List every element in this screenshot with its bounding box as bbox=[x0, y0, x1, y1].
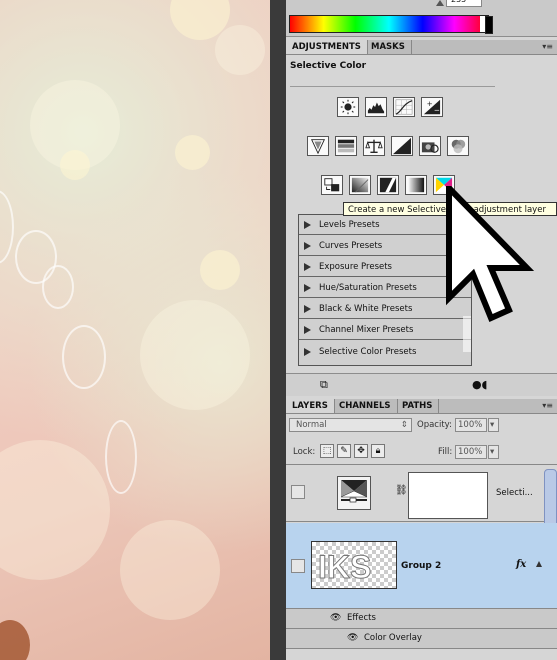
tab-paths[interactable]: PATHS bbox=[396, 399, 440, 413]
curves-icon[interactable] bbox=[393, 97, 415, 117]
bead-ring bbox=[62, 325, 106, 389]
layer-row-selective-color[interactable]: ⛓︎ Selecti... bbox=[286, 464, 557, 522]
expand-view-icon[interactable]: ⧉ bbox=[320, 378, 328, 392]
disclosure-triangle-icon[interactable] bbox=[304, 221, 311, 229]
tab-masks[interactable]: MASKS bbox=[365, 40, 412, 54]
disclosure-triangle-icon[interactable] bbox=[304, 284, 311, 292]
clip-to-layer-icon[interactable]: ●◖ bbox=[472, 378, 487, 391]
tab-layers[interactable]: LAYERS bbox=[286, 399, 335, 413]
fill-dropdown-icon[interactable]: ▾ bbox=[488, 445, 499, 459]
fill-label: Fill: bbox=[438, 447, 453, 457]
disclosure-triangle-icon[interactable] bbox=[304, 326, 311, 334]
posterize-icon[interactable] bbox=[349, 175, 371, 195]
lock-label: Lock: bbox=[293, 447, 316, 457]
black-white-icon[interactable] bbox=[391, 136, 413, 156]
vibrance-icon[interactable] bbox=[307, 136, 329, 156]
right-panel-dock: 255 ADJUSTMENTS MASKS ▾≡ Selective Color… bbox=[286, 0, 557, 660]
eye-icon[interactable]: 👁︎ bbox=[347, 633, 358, 643]
layer-mask-thumbnail[interactable] bbox=[408, 472, 488, 519]
effects-row[interactable]: 👁︎ Effects bbox=[286, 609, 557, 629]
svg-text:IKS: IKS bbox=[318, 549, 371, 585]
fx-icon[interactable]: fx bbox=[516, 559, 526, 570]
layers-tabbar: LAYERS CHANNELS PATHS ▾≡ bbox=[286, 399, 557, 414]
disclosure-triangle-icon[interactable] bbox=[304, 305, 311, 313]
brightness-contrast-icon[interactable] bbox=[337, 97, 359, 117]
disclosure-triangle-icon[interactable] bbox=[304, 263, 311, 271]
exposure-icon[interactable]: + − bbox=[421, 97, 443, 117]
lock-transparent-icon[interactable]: ⬚ bbox=[320, 444, 334, 458]
adjustments-footer: ⧉ ●◖ bbox=[286, 373, 557, 396]
lock-image-icon[interactable]: ✎ bbox=[337, 444, 351, 458]
tab-adjustments[interactable]: ADJUSTMENTS bbox=[286, 40, 368, 54]
lock-all-icon[interactable]: 🔒︎ bbox=[371, 444, 385, 458]
black-swatch[interactable] bbox=[485, 16, 493, 34]
photo-filter-icon[interactable] bbox=[419, 136, 441, 156]
svg-text:+: + bbox=[427, 99, 433, 108]
adjustments-tabbar: ADJUSTMENTS MASKS ▾≡ bbox=[286, 40, 557, 55]
effect-name: Color Overlay bbox=[364, 633, 422, 643]
gradient-map-icon[interactable] bbox=[405, 175, 427, 195]
svg-text:−: − bbox=[434, 105, 440, 114]
collapse-triangle-icon[interactable] bbox=[536, 561, 542, 567]
stepper-arrows-icon: ⇕ bbox=[400, 420, 408, 430]
opacity-field[interactable]: 100% bbox=[455, 418, 487, 432]
bokeh-light bbox=[175, 135, 210, 170]
color-spectrum-bar[interactable] bbox=[289, 15, 489, 33]
link-chain-icon[interactable]: ⛓︎ bbox=[395, 485, 408, 496]
panel-menu-icon[interactable]: ▾≡ bbox=[542, 401, 553, 410]
layer-row-group-2[interactable]: IKS Group 2 fx bbox=[286, 523, 557, 609]
opacity-dropdown-icon[interactable]: ▾ bbox=[488, 418, 499, 432]
threshold-icon[interactable] bbox=[377, 175, 399, 195]
fill-field[interactable]: 100% bbox=[455, 445, 487, 459]
hue-saturation-icon[interactable] bbox=[335, 136, 357, 156]
opacity-label: Opacity: bbox=[417, 420, 452, 430]
bokeh-light bbox=[0, 440, 110, 580]
hand-shape bbox=[0, 620, 30, 660]
eye-icon[interactable]: 👁︎ bbox=[330, 613, 341, 623]
bokeh-light bbox=[215, 25, 265, 75]
bokeh-light bbox=[200, 250, 240, 290]
arrow-cursor-icon bbox=[446, 186, 535, 352]
effect-item-row[interactable]: 👁︎ Color Overlay bbox=[286, 629, 557, 649]
group-thumbnail: IKS bbox=[311, 541, 397, 589]
blend-mode-select[interactable]: Normal ⇕ bbox=[289, 418, 412, 432]
color-panel: 255 bbox=[286, 0, 557, 37]
document-canvas[interactable] bbox=[0, 0, 275, 660]
adjustment-thumbnail-icon bbox=[337, 476, 371, 510]
layer-name: Group 2 bbox=[401, 561, 442, 571]
color-balance-icon[interactable] bbox=[363, 136, 385, 156]
bokeh-light bbox=[140, 300, 250, 410]
disclosure-triangle-icon[interactable] bbox=[304, 242, 311, 250]
bokeh-light bbox=[120, 520, 220, 620]
tab-channels[interactable]: CHANNELS bbox=[333, 399, 398, 413]
panel-menu-icon[interactable]: ▾≡ bbox=[542, 42, 553, 51]
bead-ring bbox=[0, 190, 14, 264]
slider-marker-icon[interactable] bbox=[436, 0, 444, 6]
adjustment-title: Selective Color bbox=[290, 61, 367, 71]
layer-visibility-toggle[interactable] bbox=[291, 559, 305, 573]
layer-name: Selecti... bbox=[496, 488, 533, 498]
layer-visibility-toggle[interactable] bbox=[291, 485, 305, 499]
invert-icon[interactable] bbox=[321, 175, 343, 195]
bead-ring bbox=[105, 420, 137, 494]
disclosure-triangle-icon[interactable] bbox=[304, 348, 311, 356]
bead-ring bbox=[42, 265, 74, 309]
layer-row-next[interactable] bbox=[286, 649, 557, 660]
channel-mixer-icon[interactable] bbox=[447, 136, 469, 156]
canvas-border bbox=[270, 0, 286, 660]
divider bbox=[290, 86, 495, 87]
lock-position-icon[interactable]: ✥ bbox=[354, 444, 368, 458]
effects-label: Effects bbox=[347, 613, 376, 623]
bokeh-light bbox=[60, 150, 90, 180]
color-value-field[interactable]: 255 bbox=[446, 0, 482, 7]
levels-icon[interactable] bbox=[365, 97, 387, 117]
